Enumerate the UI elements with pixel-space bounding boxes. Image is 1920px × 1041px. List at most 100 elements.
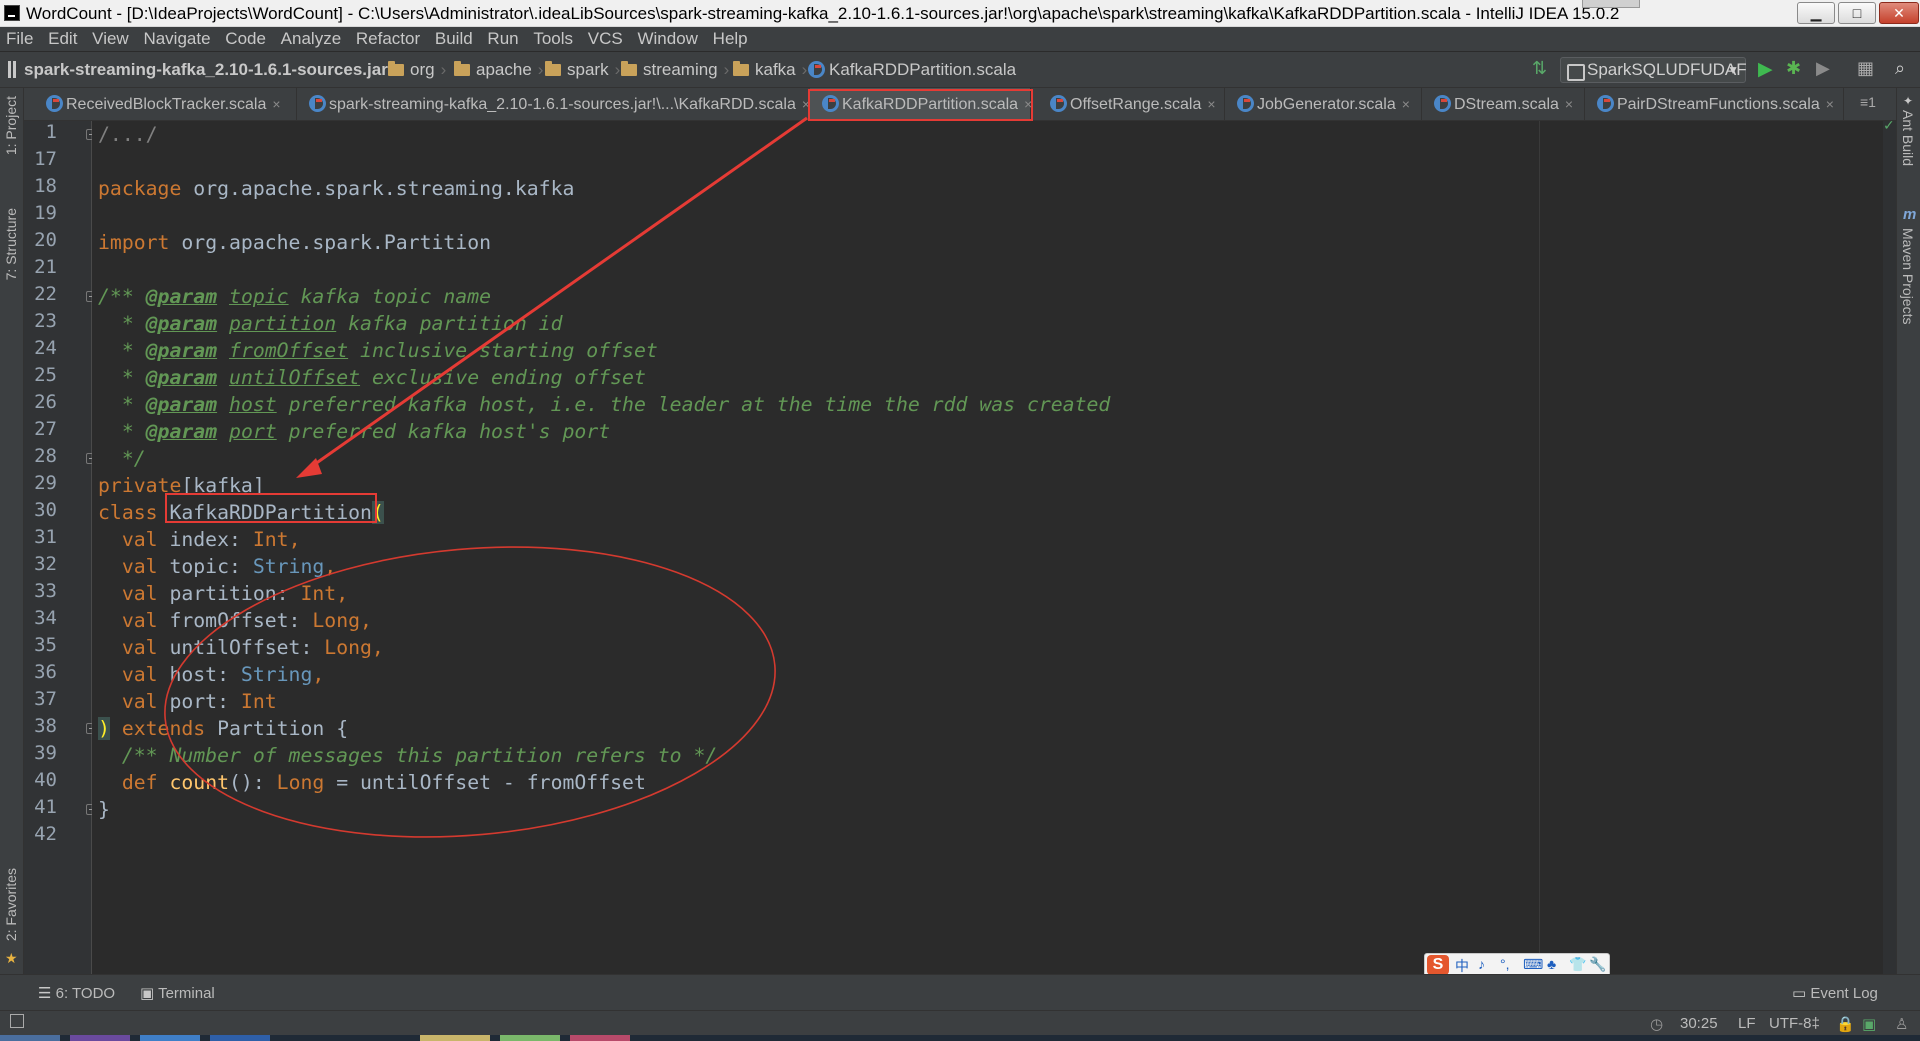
run-configuration-label: SparkSQLUDFUDAF	[1587, 60, 1747, 79]
moon-icon[interactable]: ♪	[1478, 956, 1485, 972]
minimize-button[interactable]: ▁	[1797, 2, 1835, 24]
code-line-37: val port: Int	[98, 690, 277, 713]
menu-file[interactable]: File	[6, 27, 33, 51]
menu-code[interactable]: Code	[225, 27, 266, 51]
editor-scrollbar[interactable]: ✓	[1883, 117, 1896, 974]
taskbar-app-6[interactable]	[570, 1035, 630, 1041]
line-number: 21	[34, 256, 57, 278]
event-log-tool-button[interactable]: ▭ Event Log	[1792, 984, 1878, 1002]
project-structure-icon[interactable]: ▦	[1857, 58, 1874, 79]
chinese-mode-icon[interactable]: 中	[1455, 956, 1469, 976]
taskbar-start-button[interactable]	[0, 1035, 60, 1041]
terminal-tool-button[interactable]: ▣ Terminal	[140, 984, 215, 1002]
close-window-button[interactable]: ✕	[1879, 2, 1919, 24]
tool-windows-toggle-icon[interactable]	[10, 1014, 24, 1028]
tab-kafka-rdd-partition[interactable]: KafkaRDDPartition.scala ×	[810, 88, 1032, 120]
tab-label: DStream.scala	[1454, 96, 1559, 113]
close-tab-icon[interactable]: ×	[1826, 96, 1834, 112]
tab-job-generator[interactable]: JobGenerator.scala ×	[1225, 88, 1422, 120]
lock-icon[interactable]: 🔒	[1836, 1015, 1855, 1033]
tab-pair-dstream-functions[interactable]: PairDStreamFunctions.scala ×	[1585, 88, 1844, 120]
menu-edit[interactable]: Edit	[48, 27, 77, 51]
caret-position[interactable]: 30:25	[1680, 1015, 1718, 1032]
breadcrumb-kafka-label: kafka	[755, 60, 796, 79]
close-tab-icon[interactable]: ×	[802, 96, 810, 112]
tab-kafka-rdd[interactable]: spark-streaming-kafka_2.10-1.6.1-sources…	[297, 88, 830, 120]
ant-build-tool-button[interactable]: Ant Build	[1900, 110, 1916, 166]
code-line-24: * @param fromOffset inclusive starting o…	[98, 339, 658, 362]
tab-label: spark-streaming-kafka_2.10-1.6.1-sources…	[329, 96, 796, 113]
close-tab-icon[interactable]: ×	[1024, 96, 1032, 112]
close-tab-icon[interactable]: ×	[1402, 96, 1410, 112]
menu-window[interactable]: Window	[637, 27, 697, 51]
line-number: 1	[45, 121, 57, 143]
tab-offset-range[interactable]: OffsetRange.scala ×	[1038, 88, 1225, 120]
close-tab-icon[interactable]: ×	[1207, 96, 1215, 112]
menu-navigate[interactable]: Navigate	[143, 27, 210, 51]
wrench-icon[interactable]: 🔧	[1589, 956, 1606, 973]
memory-indicator-icon[interactable]: ◷	[1650, 1015, 1663, 1033]
breadcrumb-jar-label: spark-streaming-kafka_2.10-1.6.1-sources…	[24, 60, 388, 79]
scala-file-icon	[1434, 95, 1451, 112]
run-icon[interactable]: ▶	[1758, 58, 1773, 81]
breadcrumb-jar[interactable]: spark-streaming-kafka_2.10-1.6.1-sources…	[8, 60, 405, 80]
taskbar-app-1[interactable]	[70, 1035, 130, 1041]
intellij-app-icon	[4, 5, 20, 21]
menu-view[interactable]: View	[92, 27, 129, 51]
coverage-icon[interactable]: ▶	[1816, 58, 1830, 79]
skin-icon[interactable]: 👕	[1569, 956, 1586, 973]
menu-refactor[interactable]: Refactor	[356, 27, 420, 51]
breadcrumb-kafka[interactable]: kafka ›	[733, 60, 813, 80]
inspection-icon[interactable]: ▣	[1862, 1015, 1876, 1033]
menu-build[interactable]: Build	[435, 27, 473, 51]
punctuation-icon[interactable]: °,	[1500, 956, 1510, 972]
line-number: 22	[34, 283, 57, 305]
maximize-button[interactable]: □	[1838, 2, 1876, 24]
tab-received-block-tracker[interactable]: ReceivedBlockTracker.scala ×	[34, 88, 297, 120]
breadcrumb-spark[interactable]: spark ›	[545, 60, 626, 80]
menu-vcs[interactable]: VCS	[588, 27, 623, 51]
code-line-40: def count(): Long = untilOffset - fromOf…	[98, 771, 646, 794]
breadcrumb-apache[interactable]: apache ›	[454, 60, 549, 80]
line-number: 26	[34, 391, 57, 413]
menu-tools[interactable]: Tools	[533, 27, 573, 51]
right-margin-guide	[1539, 121, 1540, 974]
file-encoding[interactable]: UTF-8‡	[1769, 1015, 1820, 1032]
structure-tool-button[interactable]: 7: Structure	[3, 208, 19, 280]
taskbar-app-4[interactable]	[420, 1035, 490, 1041]
search-icon[interactable]: ⌕	[1895, 58, 1905, 79]
line-separator[interactable]: LF	[1738, 1015, 1756, 1032]
breadcrumb-file[interactable]: KafkaRDDPartition.scala	[808, 60, 1016, 80]
project-tool-button[interactable]: 1: Project	[3, 96, 19, 155]
folder-icon	[621, 61, 637, 76]
user-icon[interactable]: ♣	[1547, 956, 1556, 972]
favorites-tool-button[interactable]: 2: Favorites	[3, 868, 19, 941]
tab-overflow-button[interactable]: ≡1	[1860, 94, 1876, 110]
todo-tool-button[interactable]: ☰ 6: TODO	[38, 984, 115, 1002]
keyboard-icon[interactable]: ⌨	[1523, 956, 1543, 973]
code-editor[interactable]: /.../ package org.apache.spark.streaming…	[92, 121, 1883, 974]
menu-analyze[interactable]: Analyze	[281, 27, 341, 51]
tab-dstream[interactable]: DStream.scala ×	[1422, 88, 1585, 120]
taskbar-app-2[interactable]	[140, 1035, 200, 1041]
menu-help[interactable]: Help	[713, 27, 748, 51]
class-name[interactable]: KafkaRDDPartition	[169, 501, 371, 524]
breadcrumb-streaming[interactable]: streaming ›	[621, 60, 735, 80]
maven-projects-tool-button[interactable]: Maven Projects	[1900, 228, 1916, 324]
folder-icon	[388, 61, 404, 76]
code-line-25: * @param untilOffset exclusive ending of…	[98, 366, 646, 389]
taskbar-app-5[interactable]	[500, 1035, 560, 1041]
notification-icon[interactable]: ♙	[1895, 1015, 1908, 1033]
taskbar-app-3[interactable]	[210, 1035, 270, 1041]
menu-run[interactable]: Run	[487, 27, 518, 51]
ant-icon: ✦	[1903, 94, 1914, 108]
close-tab-icon[interactable]: ×	[1565, 96, 1573, 112]
build-icon[interactable]: ⇅	[1532, 58, 1547, 79]
run-configuration-select[interactable]: SparkSQLUDFUDAF ▼	[1560, 57, 1747, 83]
folded-header-comment[interactable]: /.../	[98, 123, 158, 146]
debug-icon[interactable]: ✱	[1786, 58, 1801, 79]
breadcrumb-org[interactable]: org ›	[388, 60, 452, 80]
close-tab-icon[interactable]: ×	[272, 96, 280, 112]
line-number: 39	[34, 742, 57, 764]
line-number: 17	[34, 148, 57, 170]
